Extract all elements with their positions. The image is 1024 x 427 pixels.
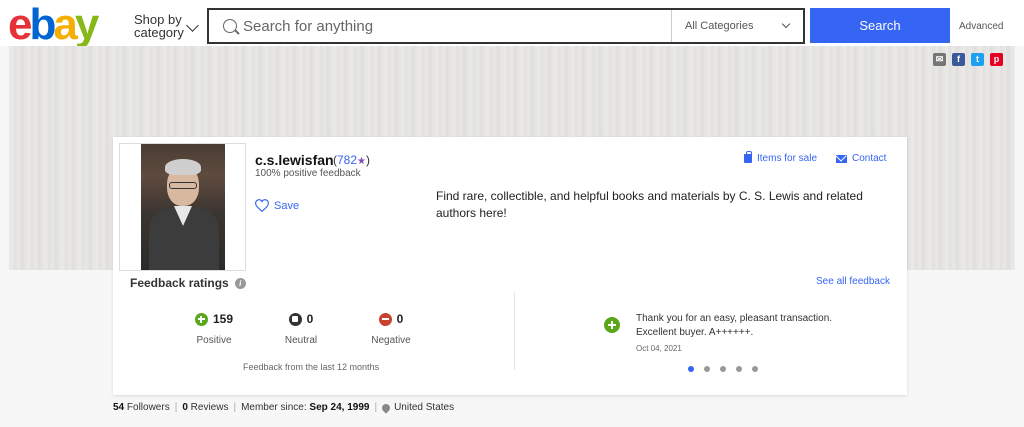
envelope-icon bbox=[836, 154, 847, 163]
heart-icon bbox=[255, 199, 269, 212]
reviews-count: 0 bbox=[182, 402, 188, 413]
star-icon: ★ bbox=[357, 156, 366, 167]
store-description: Find rare, collectible, and helpful book… bbox=[436, 189, 863, 220]
pinterest-share-icon[interactable]: p bbox=[990, 53, 1003, 66]
followers-count: 54 bbox=[113, 402, 125, 413]
seller-username[interactable]: c.s.lewisfan bbox=[255, 152, 334, 168]
header: ebay Shop by category All Categories Sea… bbox=[0, 0, 1024, 47]
search-button[interactable]: Search bbox=[810, 8, 950, 43]
member-since-date: Sep 24, 1999 bbox=[309, 402, 370, 413]
info-icon[interactable]: i bbox=[234, 277, 246, 289]
category-select[interactable]: All Categories bbox=[671, 10, 803, 42]
member-since-label: Member since: bbox=[241, 402, 307, 413]
feedback-score[interactable]: (782★) bbox=[333, 153, 370, 167]
seller-card: c.s.lewisfan (782★) 100% positive feedba… bbox=[113, 137, 907, 395]
divider bbox=[514, 292, 515, 370]
avatar-frame bbox=[119, 143, 246, 271]
negative-icon bbox=[378, 312, 392, 326]
feedback-period-note: Feedback from the last 12 months bbox=[243, 362, 380, 372]
neutral-rating[interactable]: 0 Neutral bbox=[271, 312, 331, 346]
pager-dot[interactable] bbox=[736, 366, 742, 372]
location-pin-icon bbox=[380, 401, 392, 414]
pager-dot[interactable] bbox=[688, 366, 694, 372]
followers-label[interactable]: Followers bbox=[127, 402, 170, 413]
shop-by-category-button[interactable]: Shop by category bbox=[134, 13, 199, 39]
positive-feedback-icon bbox=[604, 317, 620, 333]
save-seller-button[interactable]: Save bbox=[255, 199, 299, 212]
positive-icon bbox=[194, 312, 208, 326]
positive-rating[interactable]: 159 Positive bbox=[184, 312, 244, 346]
shopping-bag-icon bbox=[744, 151, 752, 163]
feedback-comment: Thank you for an easy, pleasant transact… bbox=[636, 313, 833, 338]
advanced-search-link[interactable]: Advanced bbox=[959, 21, 1003, 32]
neutral-icon bbox=[288, 312, 302, 326]
contact-link[interactable]: Contact bbox=[836, 153, 886, 164]
search-box: All Categories bbox=[207, 8, 805, 44]
chevron-down-icon bbox=[781, 19, 791, 29]
pager-dot[interactable] bbox=[720, 366, 726, 372]
reviews-label[interactable]: Reviews bbox=[191, 402, 229, 413]
see-all-feedback-link[interactable]: See all feedback bbox=[816, 276, 890, 287]
feedback-ratings-title: Feedback ratings i bbox=[130, 276, 246, 290]
search-input[interactable] bbox=[243, 10, 663, 42]
avatar[interactable] bbox=[141, 144, 225, 270]
twitter-share-icon[interactable]: t bbox=[971, 53, 984, 66]
facebook-share-icon[interactable]: f bbox=[952, 53, 965, 66]
feedback-pager bbox=[688, 366, 758, 372]
search-icon bbox=[223, 19, 237, 33]
chevron-down-icon bbox=[186, 19, 199, 32]
location: United States bbox=[394, 402, 455, 413]
ebay-logo[interactable]: ebay bbox=[8, 3, 99, 47]
seller-stats: 54 Followers | 0 Reviews | Member since:… bbox=[113, 401, 455, 414]
feedback-date: Oct 04, 2021 bbox=[636, 344, 682, 353]
items-for-sale-link[interactable]: Items for sale bbox=[744, 151, 817, 164]
positive-feedback-percent: 100% positive feedback bbox=[255, 168, 361, 179]
pager-dot[interactable] bbox=[704, 366, 710, 372]
email-share-icon[interactable]: ✉ bbox=[933, 53, 946, 66]
pager-dot[interactable] bbox=[752, 366, 758, 372]
negative-rating[interactable]: 0 Negative bbox=[361, 312, 421, 346]
